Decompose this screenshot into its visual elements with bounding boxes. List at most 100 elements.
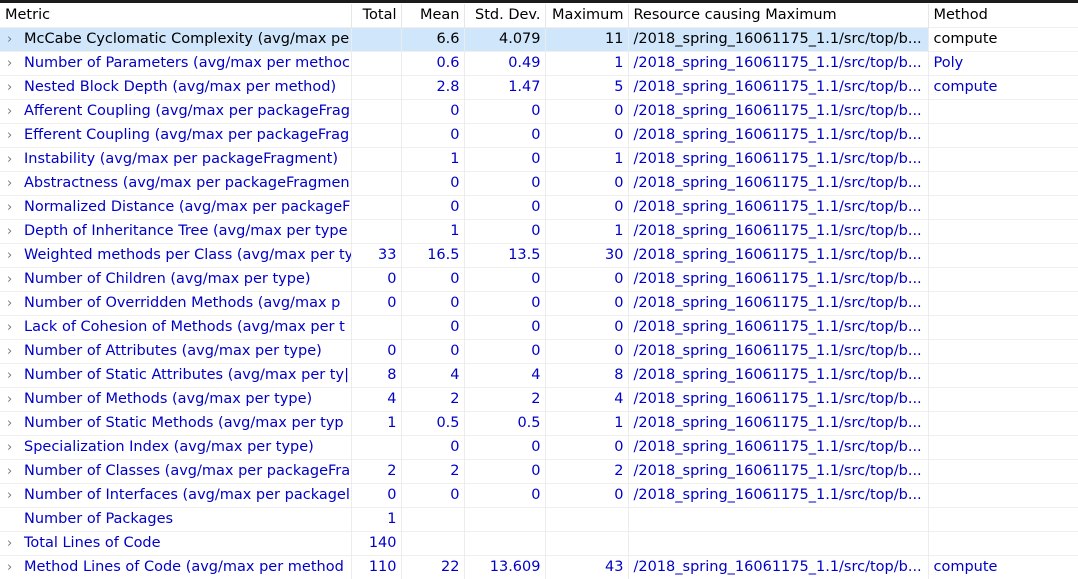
- cell-resource[interactable]: /2018_spring_16061175_1.1/src/top/b...: [628, 436, 928, 460]
- cell-resource[interactable]: /2018_spring_16061175_1.1/src/top/b...: [628, 268, 928, 292]
- cell-resource[interactable]: /2018_spring_16061175_1.1/src/top/b...: [628, 100, 928, 124]
- table-row[interactable]: ›McCabe Cyclomatic Complexity (avg/max p…: [0, 28, 1078, 52]
- chevron-right-icon[interactable]: ›: [7, 172, 24, 195]
- chevron-right-icon[interactable]: ›: [7, 268, 24, 291]
- cell-metric[interactable]: ›Nested Block Depth (avg/max per method): [0, 76, 351, 100]
- table-row[interactable]: ›Depth of Inheritance Tree (avg/max per …: [0, 220, 1078, 244]
- chevron-right-icon[interactable]: ›: [7, 28, 24, 51]
- column-header-metric[interactable]: Metric: [0, 4, 351, 28]
- cell-metric[interactable]: ›Efferent Coupling (avg/max per packageF…: [0, 124, 351, 148]
- table-row[interactable]: ›Abstractness (avg/max per packageFragme…: [0, 172, 1078, 196]
- chevron-right-icon[interactable]: ›: [7, 412, 24, 435]
- cell-resource[interactable]: /2018_spring_16061175_1.1/src/top/b...: [628, 316, 928, 340]
- table-row[interactable]: ›Number of Classes (avg/max per packageF…: [0, 460, 1078, 484]
- chevron-right-icon[interactable]: ›: [7, 220, 24, 243]
- cell-metric[interactable]: ›Number of Static Methods (avg/max per t…: [0, 412, 351, 436]
- cell-resource[interactable]: /2018_spring_16061175_1.1/src/top/b...: [628, 484, 928, 508]
- cell-resource[interactable]: /2018_spring_16061175_1.1/src/top/b...: [628, 364, 928, 388]
- cell-resource[interactable]: /2018_spring_16061175_1.1/src/top/b...: [628, 148, 928, 172]
- column-header-total[interactable]: Total: [351, 4, 401, 28]
- column-header-method[interactable]: Method: [928, 4, 1078, 28]
- cell-resource[interactable]: /2018_spring_16061175_1.1/src/top/b...: [628, 292, 928, 316]
- cell-metric[interactable]: ›Number of Attributes (avg/max per type): [0, 340, 351, 364]
- column-header-resource[interactable]: Resource causing Maximum: [628, 4, 928, 28]
- table-row[interactable]: ›Specialization Index (avg/max per type)…: [0, 436, 1078, 460]
- chevron-right-icon[interactable]: ›: [7, 124, 24, 147]
- cell-metric[interactable]: ›Number of Children (avg/max per type): [0, 268, 351, 292]
- table-row[interactable]: ›Number of Children (avg/max per type)00…: [0, 268, 1078, 292]
- cell-metric[interactable]: ›Number of Static Attributes (avg/max pe…: [0, 364, 351, 388]
- cell-resource[interactable]: /2018_spring_16061175_1.1/src/top/b...: [628, 388, 928, 412]
- table-row[interactable]: ›Number of Interfaces (avg/max per packa…: [0, 484, 1078, 508]
- table-row[interactable]: ›Method Lines of Code (avg/max per metho…: [0, 556, 1078, 579]
- cell-metric[interactable]: ›Number of Parameters (avg/max per metho…: [0, 52, 351, 76]
- table-row[interactable]: Number of Packages1: [0, 508, 1078, 532]
- column-header-std-dev[interactable]: Std. Dev.: [464, 4, 545, 28]
- chevron-right-icon[interactable]: ›: [7, 100, 24, 123]
- table-row[interactable]: ›Normalized Distance (avg/max per packag…: [0, 196, 1078, 220]
- table-row[interactable]: ›Number of Static Attributes (avg/max pe…: [0, 364, 1078, 388]
- cell-metric[interactable]: ›Specialization Index (avg/max per type): [0, 436, 351, 460]
- column-header-maximum[interactable]: Maximum: [545, 4, 628, 28]
- table-row[interactable]: ›Number of Attributes (avg/max per type)…: [0, 340, 1078, 364]
- chevron-right-icon[interactable]: ›: [7, 76, 24, 99]
- chevron-right-icon[interactable]: ›: [7, 244, 24, 267]
- column-header-mean[interactable]: Mean: [401, 4, 464, 28]
- cell-resource[interactable]: /2018_spring_16061175_1.1/src/top/b...: [628, 460, 928, 484]
- chevron-right-icon[interactable]: ›: [7, 52, 24, 75]
- cell-metric[interactable]: ›Lack of Cohesion of Methods (avg/max pe…: [0, 316, 351, 340]
- chevron-right-icon[interactable]: ›: [7, 148, 24, 171]
- table-row[interactable]: ›Afferent Coupling (avg/max per packageF…: [0, 100, 1078, 124]
- table-row[interactable]: ›Nested Block Depth (avg/max per method)…: [0, 76, 1078, 100]
- cell-metric[interactable]: ›Number of Overridden Methods (avg/max p: [0, 292, 351, 316]
- chevron-right-icon[interactable]: ›: [7, 484, 24, 507]
- cell-metric[interactable]: ›Number of Classes (avg/max per packageF…: [0, 460, 351, 484]
- table-row[interactable]: ›Efferent Coupling (avg/max per packageF…: [0, 124, 1078, 148]
- cell-resource[interactable]: /2018_spring_16061175_1.1/src/top/b...: [628, 412, 928, 436]
- metric-label: Method Lines of Code (avg/max per method: [24, 559, 344, 575]
- chevron-right-icon[interactable]: ›: [7, 196, 24, 219]
- cell-metric[interactable]: ›Number of Methods (avg/max per type): [0, 388, 351, 412]
- cell-resource[interactable]: /2018_spring_16061175_1.1/src/top/b...: [628, 220, 928, 244]
- table-row[interactable]: ›Number of Parameters (avg/max per metho…: [0, 52, 1078, 76]
- cell-resource[interactable]: /2018_spring_16061175_1.1/src/top/b...: [628, 52, 928, 76]
- chevron-right-icon[interactable]: ›: [7, 436, 24, 459]
- chevron-right-icon[interactable]: ›: [7, 532, 24, 555]
- cell-metric[interactable]: ›Method Lines of Code (avg/max per metho…: [0, 556, 351, 579]
- cell-metric[interactable]: ›Normalized Distance (avg/max per packag…: [0, 196, 351, 220]
- cell-resource[interactable]: /2018_spring_16061175_1.1/src/top/b...: [628, 76, 928, 100]
- chevron-right-icon[interactable]: ›: [7, 340, 24, 363]
- cell-metric[interactable]: ›McCabe Cyclomatic Complexity (avg/max p…: [0, 28, 351, 52]
- chevron-right-icon[interactable]: ›: [7, 460, 24, 483]
- table-row[interactable]: ›Number of Static Methods (avg/max per t…: [0, 412, 1078, 436]
- cell-metric[interactable]: ›Instability (avg/max per packageFragmen…: [0, 148, 351, 172]
- cell-metric[interactable]: ›Afferent Coupling (avg/max per packageF…: [0, 100, 351, 124]
- chevron-right-icon[interactable]: ›: [7, 364, 24, 387]
- table-row[interactable]: ›Number of Methods (avg/max per type)422…: [0, 388, 1078, 412]
- chevron-right-icon[interactable]: ›: [7, 316, 24, 339]
- cell-metric[interactable]: ›Depth of Inheritance Tree (avg/max per …: [0, 220, 351, 244]
- cell-resource[interactable]: /2018_spring_16061175_1.1/src/top/b...: [628, 244, 928, 268]
- cell-resource[interactable]: /2018_spring_16061175_1.1/src/top/b...: [628, 124, 928, 148]
- table-row[interactable]: ›Number of Overridden Methods (avg/max p…: [0, 292, 1078, 316]
- table-row[interactable]: ›Lack of Cohesion of Methods (avg/max pe…: [0, 316, 1078, 340]
- cell-resource[interactable]: /2018_spring_16061175_1.1/src/top/b...: [628, 172, 928, 196]
- cell-metric[interactable]: ›Weighted methods per Class (avg/max per…: [0, 244, 351, 268]
- cell-resource[interactable]: [628, 508, 928, 532]
- cell-resource[interactable]: /2018_spring_16061175_1.1/src/top/b...: [628, 556, 928, 579]
- cell-resource[interactable]: /2018_spring_16061175_1.1/src/top/b...: [628, 28, 928, 52]
- chevron-right-icon[interactable]: ›: [7, 292, 24, 315]
- chevron-right-icon[interactable]: ›: [7, 556, 24, 579]
- cell-metric[interactable]: Number of Packages: [0, 508, 351, 532]
- table-row[interactable]: ›Weighted methods per Class (avg/max per…: [0, 244, 1078, 268]
- cell-total: 0: [351, 340, 401, 364]
- cell-metric[interactable]: ›Total Lines of Code: [0, 532, 351, 556]
- table-row[interactable]: ›Total Lines of Code140: [0, 532, 1078, 556]
- chevron-right-icon[interactable]: ›: [7, 388, 24, 411]
- cell-metric[interactable]: ›Abstractness (avg/max per packageFragme…: [0, 172, 351, 196]
- cell-resource[interactable]: /2018_spring_16061175_1.1/src/top/b...: [628, 196, 928, 220]
- cell-resource[interactable]: /2018_spring_16061175_1.1/src/top/b...: [628, 340, 928, 364]
- cell-resource[interactable]: [628, 532, 928, 556]
- table-row[interactable]: ›Instability (avg/max per packageFragmen…: [0, 148, 1078, 172]
- cell-metric[interactable]: ›Number of Interfaces (avg/max per packa…: [0, 484, 351, 508]
